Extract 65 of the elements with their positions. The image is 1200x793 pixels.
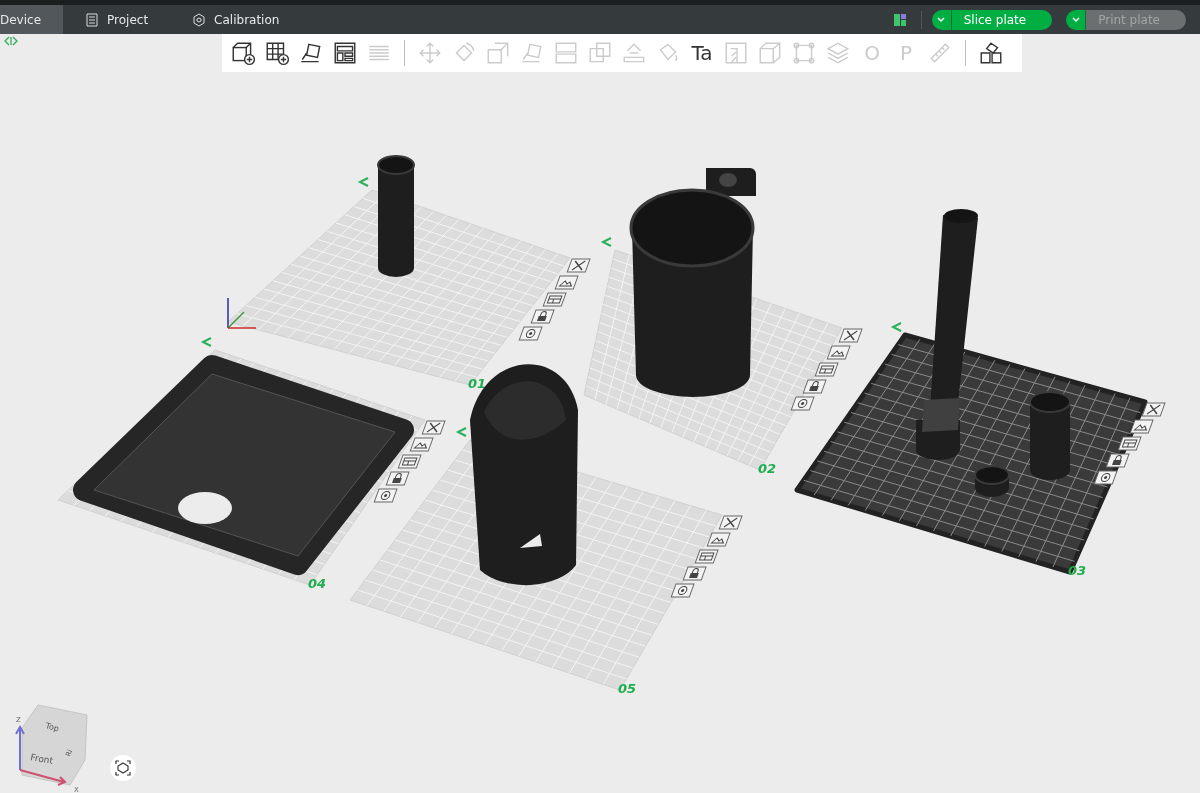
fit-view-button[interactable]	[110, 755, 136, 781]
close-icon[interactable]	[1141, 402, 1166, 417]
cylinder-model[interactable]	[377, 155, 415, 277]
lock-icon[interactable]	[1105, 453, 1130, 468]
cube-icon	[757, 40, 783, 66]
ruler-icon	[927, 40, 953, 66]
lock-icon[interactable]	[802, 379, 827, 394]
close-icon[interactable]	[566, 258, 591, 273]
axes-drawing	[227, 297, 257, 329]
cube-plus-icon	[230, 40, 256, 66]
picture-icon[interactable]	[1129, 419, 1154, 434]
settings-icon[interactable]	[670, 583, 695, 598]
settings-icon[interactable]	[518, 326, 543, 341]
build-plate[interactable]	[583, 168, 843, 471]
settings-icon[interactable]	[1093, 470, 1118, 485]
layout-icon[interactable]	[542, 292, 567, 307]
layout-icon[interactable]	[397, 454, 422, 469]
lock-icon[interactable]	[530, 309, 555, 324]
mug-model[interactable]	[629, 168, 756, 397]
plate-number: 05	[618, 681, 637, 696]
lock-icon[interactable]	[682, 566, 707, 581]
move-arrows-icon	[417, 40, 443, 66]
dropdown-button[interactable]	[1066, 9, 1087, 30]
slice-plate-button[interactable]: Slice plate	[951, 9, 1053, 30]
settings-icon[interactable]	[790, 396, 815, 411]
layout-icon[interactable]	[814, 362, 839, 377]
close-icon[interactable]	[718, 515, 743, 530]
picture-icon[interactable]	[554, 275, 579, 290]
layout-icon[interactable]	[1117, 436, 1142, 451]
layers-icon	[825, 40, 851, 66]
build-plate[interactable]	[794, 209, 1148, 575]
tab[interactable]: Device	[0, 5, 64, 34]
picture-icon[interactable]	[826, 345, 851, 360]
dropdown-button[interactable]	[931, 9, 952, 30]
tab[interactable]: Calibration	[170, 5, 302, 34]
cube-face-label: Top	[44, 721, 60, 734]
plate-number: 04	[308, 576, 327, 591]
build-plate[interactable]	[349, 364, 723, 691]
toolbar-button[interactable]: Ta	[685, 37, 719, 69]
knob-model[interactable]	[974, 465, 1010, 497]
build-plate[interactable]	[227, 155, 571, 386]
rod-model[interactable]	[916, 209, 978, 460]
scale-icon	[485, 40, 511, 66]
list-icon	[85, 12, 100, 27]
split-rectangles-icon	[553, 40, 579, 66]
frame-corners-icon	[791, 40, 817, 66]
grid-plus-icon	[264, 40, 290, 66]
plate-number: 03	[1068, 563, 1087, 578]
caret-icon	[1071, 16, 1080, 23]
picture-icon[interactable]	[409, 437, 434, 452]
plate-number: 01	[468, 376, 487, 391]
lock-icon[interactable]	[385, 471, 410, 486]
tab[interactable]: Project	[63, 5, 171, 34]
caret-icon	[937, 16, 946, 23]
layout-icon[interactable]	[694, 549, 719, 564]
settings-icon[interactable]	[373, 488, 398, 503]
sleeve-model[interactable]	[470, 364, 578, 586]
layout-icon	[332, 40, 358, 66]
layout-icon[interactable]	[892, 12, 907, 27]
cube-face-label: Front	[29, 752, 54, 766]
picture-icon[interactable]	[706, 532, 731, 547]
close-icon[interactable]	[421, 420, 446, 435]
plate-number: 02	[758, 461, 777, 476]
close-icon[interactable]	[838, 328, 863, 343]
hexagon-icon	[192, 12, 207, 27]
